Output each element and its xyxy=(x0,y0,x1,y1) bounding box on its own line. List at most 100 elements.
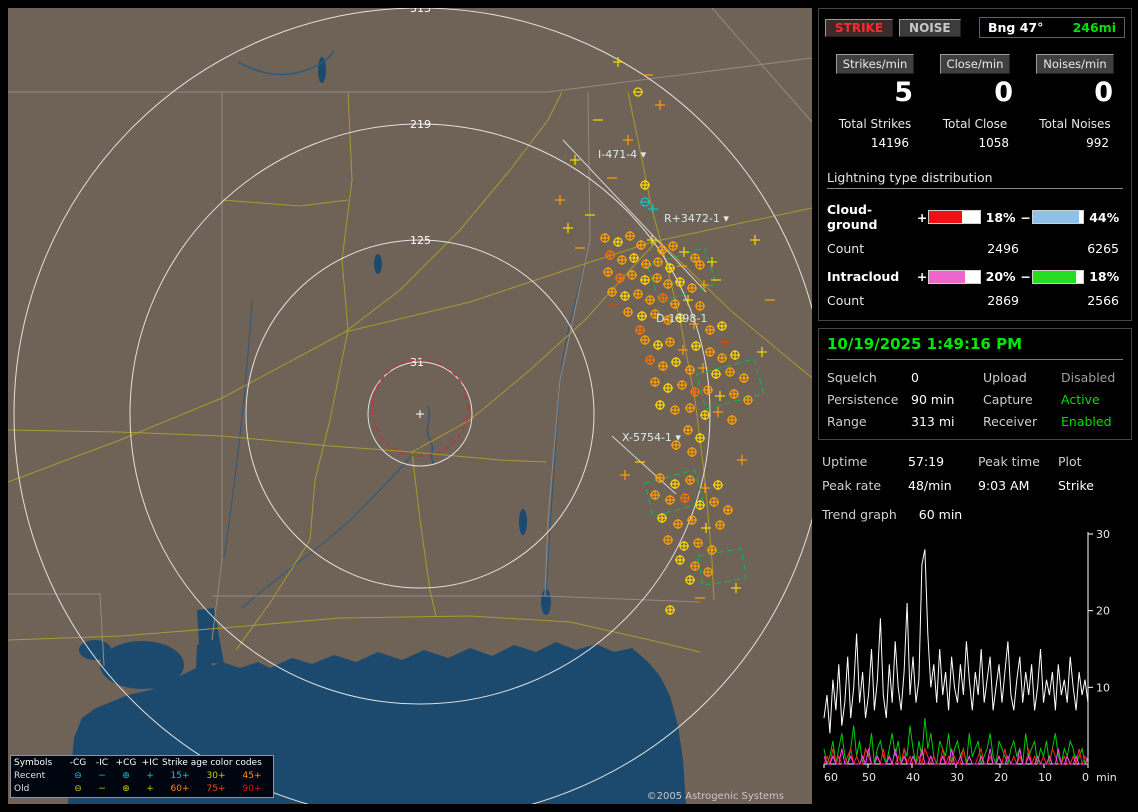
total-close-value: 1058 xyxy=(978,136,1009,150)
session-stats-grid: Uptime 57:19 Peak time Plot Peak rate 48… xyxy=(822,454,1128,493)
noise-indicator-button[interactable]: NOISE xyxy=(899,18,961,37)
trend-series-strikes xyxy=(823,549,1089,734)
noises-per-min-value: 0 xyxy=(1094,77,1113,108)
right-panel: STRIKE NOISE Bng 47° 246mi Strikes/min 5… xyxy=(818,8,1132,804)
cg-positive-bar xyxy=(928,210,981,224)
legend-cell: Recent xyxy=(14,771,46,781)
distribution-title: Lightning type distribution xyxy=(827,170,1123,189)
plus-sign: + xyxy=(916,209,928,225)
strikes-per-min-column: Strikes/min 5 Total Strikes 14196 xyxy=(825,54,925,150)
range-value: 313 mi xyxy=(911,414,955,429)
total-strikes-value: 14196 xyxy=(870,136,909,150)
legend-cell: − xyxy=(98,784,106,794)
indicator-row: STRIKE NOISE Bng 47° 246mi xyxy=(825,17,1125,38)
close-per-min-column: Close/min 0 Total Close 1058 xyxy=(925,54,1025,150)
ic-positive-count: 2869 xyxy=(987,293,1019,308)
squelch-label: Squelch xyxy=(827,370,877,385)
legend-cell: 75+ xyxy=(206,784,226,794)
minus-sign: − xyxy=(1020,209,1031,225)
session-stats: Uptime 57:19 Peak time Plot Peak rate 48… xyxy=(818,454,1132,790)
strike-indicator-button[interactable]: STRIKE xyxy=(825,18,894,37)
cg-count-label: Count xyxy=(827,241,865,256)
svg-text:60: 60 xyxy=(824,771,838,784)
upload-value: Disabled xyxy=(1061,370,1116,385)
ic-negative-bar xyxy=(1031,269,1085,284)
peak-time-label: Peak time xyxy=(978,454,1040,469)
squelch-value: 0 xyxy=(911,370,919,385)
ic-count-label: Count xyxy=(827,293,865,308)
uptime-value: 57:19 xyxy=(908,454,945,469)
legend-cell: ⊖ xyxy=(74,784,82,794)
close-per-min-value: 0 xyxy=(994,77,1013,108)
range-ring-label: 313 xyxy=(410,8,431,15)
svg-text:0: 0 xyxy=(1082,771,1089,784)
range-ring-label: 125 xyxy=(410,234,431,247)
legend-cell: 60+ xyxy=(170,784,190,794)
ic-negative-count: 2566 xyxy=(1087,293,1119,308)
ic-positive-bar xyxy=(928,269,981,284)
minus-sign: − xyxy=(1020,269,1031,284)
peak-rate-value: 48/min xyxy=(908,478,952,493)
strikes-per-min-label[interactable]: Strikes/min xyxy=(835,54,915,74)
upload-label: Upload xyxy=(983,370,1027,385)
storm-cell-label: R+3472-1 ▾ xyxy=(664,212,729,225)
strike-counters-panel: STRIKE NOISE Bng 47° 246mi Strikes/min 5… xyxy=(818,8,1132,321)
cg-positive-fill xyxy=(929,211,962,223)
legend-cell: ⊕ xyxy=(122,771,130,781)
bearing-value: Bng 47° xyxy=(988,20,1044,35)
ic-positive-fill xyxy=(929,270,965,283)
legend-cell: Strike age color codes xyxy=(162,758,262,768)
status-grid: Squelch 0 Upload Disabled Persistence 90… xyxy=(827,360,1123,429)
legend-cell: Symbols xyxy=(14,758,53,768)
bearing-distance: 246mi xyxy=(1072,20,1116,35)
range-ring-label: 31 xyxy=(410,356,424,369)
map-legend: Symbols -CG -IC +CG +IC Strike age color code… xyxy=(10,755,274,798)
persistence-value: 90 min xyxy=(911,392,955,407)
storm-cell-label: D-1898-1 xyxy=(656,312,707,325)
storm-cell-label: X-5754-1 ▾ xyxy=(622,431,681,444)
map-canvas[interactable]: 31 125 219 313 I-471-4 ▾ R+3472-1 ▾ D-1898-1 X-… xyxy=(8,8,812,804)
intracloud-row: Intracloud + 20% − 18% xyxy=(827,269,1123,284)
svg-text:10: 10 xyxy=(1096,681,1110,694)
legend-cell: 90+ xyxy=(242,784,262,794)
legend-cell: − xyxy=(98,771,106,781)
legend-cell: ⊕ xyxy=(122,784,130,794)
intracloud-label: Intracloud xyxy=(827,269,900,284)
capture-value: Active xyxy=(1061,392,1100,407)
plus-sign: + xyxy=(916,269,928,284)
total-close-label: Total Close xyxy=(942,117,1008,131)
ic-negative-percent: 18% xyxy=(1089,269,1120,284)
copyright-text: ©2005 Astrogenic Systems xyxy=(646,791,784,802)
cg-negative-fill xyxy=(1032,211,1080,223)
svg-text:20: 20 xyxy=(994,771,1008,784)
cg-negative-bar xyxy=(1031,210,1085,224)
legend-cell: +CG xyxy=(115,758,137,768)
close-per-min-label[interactable]: Close/min xyxy=(939,54,1011,74)
svg-text:30: 30 xyxy=(1096,528,1110,541)
map-area[interactable]: 31 125 219 313 I-471-4 ▾ R+3472-1 ▾ D-1898-1 X-… xyxy=(8,8,812,804)
datetime-display: 10/19/2025 1:49:16 PM xyxy=(827,335,1123,360)
status-panel: 10/19/2025 1:49:16 PM Squelch 0 Upload D… xyxy=(818,328,1132,440)
svg-text:50: 50 xyxy=(862,771,876,784)
plot-label: Plot xyxy=(1058,454,1082,469)
svg-text:min: min xyxy=(1096,771,1117,784)
receiver-value: Enabled xyxy=(1061,414,1112,429)
strikes-per-min-value: 5 xyxy=(894,77,913,108)
lightning-distribution: Lightning type distribution Cloud-ground… xyxy=(825,170,1125,308)
persistence-label: Persistence xyxy=(827,392,899,407)
bearing-readout: Bng 47° 246mi xyxy=(979,17,1125,38)
svg-text:40: 40 xyxy=(906,771,920,784)
svg-text:10: 10 xyxy=(1038,771,1052,784)
cg-negative-count: 6265 xyxy=(1087,241,1119,256)
trend-graph: 10 20 30 60 50 40 30 20 10 0 min xyxy=(822,528,1128,790)
app-window: 31 125 219 313 I-471-4 ▾ R+3472-1 ▾ D-1898-1 X-… xyxy=(0,0,1138,812)
noises-per-min-label[interactable]: Noises/min xyxy=(1036,54,1114,74)
plot-mode-value: Strike xyxy=(1058,478,1094,493)
total-noises-value: 992 xyxy=(1086,136,1109,150)
ic-negative-fill xyxy=(1032,270,1077,283)
cloud-ground-row: Cloud-ground + 18% − 44% xyxy=(827,202,1123,232)
uptime-label: Uptime xyxy=(822,454,868,469)
rate-counter-row: Strikes/min 5 Total Strikes 14196 Close/… xyxy=(825,54,1125,150)
storm-cell-label: I-471-4 ▾ xyxy=(598,148,647,161)
noises-per-min-column: Noises/min 0 Total Noises 992 xyxy=(1025,54,1125,150)
